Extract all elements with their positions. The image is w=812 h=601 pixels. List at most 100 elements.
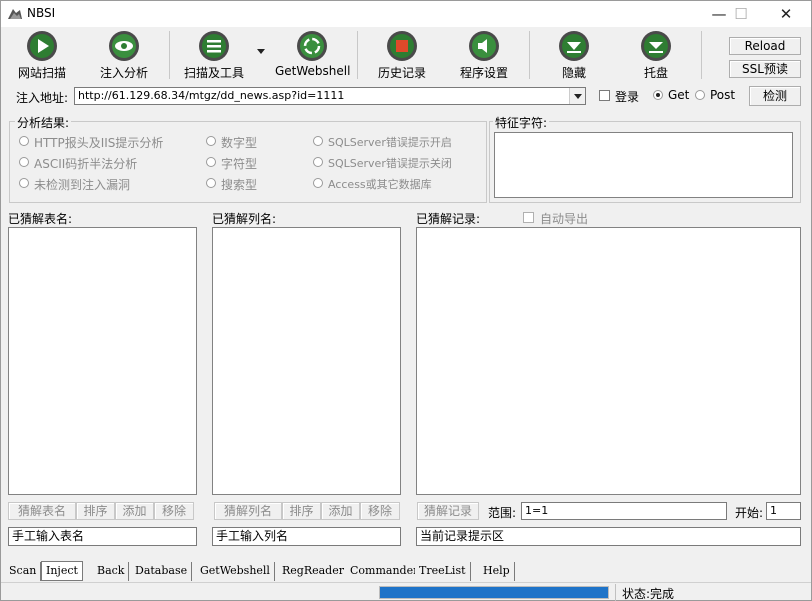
feature-chars-title: 特征字符:: [493, 114, 550, 131]
analysis-none-label: 未检测到注入漏洞: [34, 178, 131, 192]
type-number-label: 数字型: [221, 136, 258, 150]
close-button[interactable]: ✕: [764, 3, 808, 25]
ssl-preread-button[interactable]: SSL预读: [729, 60, 801, 78]
post-radio[interactable]: [695, 90, 705, 100]
app-logo-icon: [8, 9, 22, 19]
history-label: 历史记录: [377, 66, 426, 80]
type-char-radio[interactable]: [206, 157, 216, 167]
db-access-label: Access或其它数据库: [328, 178, 432, 191]
columns-label: 已猜解列名:: [212, 212, 277, 226]
login-label: 登录: [615, 90, 640, 104]
toolbar-separator: [529, 31, 530, 79]
range-input[interactable]: 1=1: [521, 502, 727, 520]
guess-records-button[interactable]: 猜解记录: [417, 502, 479, 520]
inject-analysis-label: 注入分析: [99, 66, 148, 80]
tab-regreader[interactable]: RegReader: [278, 562, 349, 581]
dropdown-arrow-icon[interactable]: [257, 49, 265, 54]
toolbar-separator: [357, 31, 358, 79]
columns-listbox[interactable]: [212, 227, 401, 495]
toolbar-separator: [701, 31, 702, 79]
post-label: Post: [710, 88, 736, 102]
analysis-http-label: HTTP报头及IIS提示分析: [34, 136, 164, 150]
type-number-radio[interactable]: [206, 136, 216, 146]
getwebshell-label: GetWebshell: [275, 64, 351, 78]
remove-column-button[interactable]: 移除: [360, 502, 400, 520]
progress-bar: [379, 586, 609, 599]
analysis-none-radio[interactable]: [19, 178, 29, 188]
start-label: 开始:: [735, 506, 764, 520]
add-column-button[interactable]: 添加: [321, 502, 360, 520]
auto-export-checkbox[interactable]: [523, 212, 534, 223]
tray-label: 托盘: [643, 66, 668, 80]
login-checkbox[interactable]: [599, 90, 610, 101]
hide-label: 隐藏: [561, 66, 586, 80]
settings-label: 程序设置: [459, 66, 508, 80]
scan-tools-button[interactable]: 扫描及工具: [177, 29, 251, 83]
scan-site-button[interactable]: 网站扫描: [5, 29, 79, 83]
db-access-radio[interactable]: [313, 178, 323, 188]
window-title: NBSI: [27, 6, 56, 20]
history-button[interactable]: 历史记录: [365, 29, 439, 83]
hide-button[interactable]: 隐藏: [537, 29, 611, 83]
scan-site-label: 网站扫描: [17, 66, 66, 80]
db-sqlserver-off-radio[interactable]: [313, 157, 323, 167]
tab-help[interactable]: Help: [479, 562, 515, 581]
get-label: Get: [668, 88, 690, 102]
tab-database[interactable]: Database: [131, 562, 193, 581]
settings-button[interactable]: 程序设置: [447, 29, 521, 83]
status-bar: 状态:完成: [1, 582, 811, 601]
stop-icon: [387, 31, 417, 61]
tables-label: 已猜解表名:: [8, 212, 73, 226]
app-window: NBSI — ☐ ✕ 网站扫描 注入分析 扫描及工具 GetWebshell 历…: [0, 0, 812, 601]
analysis-ascii-label: ASCII码折半法分析: [34, 157, 138, 171]
get-radio[interactable]: [653, 90, 663, 100]
sort-tables-button[interactable]: 排序: [76, 502, 115, 520]
list-icon: [199, 31, 229, 61]
add-table-button[interactable]: 添加: [115, 502, 154, 520]
start-input[interactable]: 1: [766, 502, 801, 520]
tables-listbox[interactable]: [8, 227, 197, 495]
records-label: 已猜解记录:: [416, 212, 481, 226]
tab-commander[interactable]: Commander: [346, 562, 424, 581]
progress-fill: [380, 587, 608, 598]
tab-scan[interactable]: Scan: [5, 562, 42, 581]
address-dropdown-button[interactable]: [569, 88, 585, 104]
analysis-ascii-radio[interactable]: [19, 157, 29, 167]
sort-columns-button[interactable]: 排序: [282, 502, 321, 520]
play-icon: [27, 31, 57, 61]
tab-treelist[interactable]: TreeList: [415, 562, 471, 581]
guess-tables-button[interactable]: 猜解表名: [8, 502, 76, 520]
tab-inject[interactable]: Inject: [41, 561, 83, 581]
getwebshell-button[interactable]: GetWebshell: [275, 29, 351, 83]
inject-analysis-button[interactable]: 注入分析: [87, 29, 161, 83]
chevron-down-icon: [574, 94, 582, 99]
maximize-button[interactable]: ☐: [719, 3, 763, 25]
detect-button[interactable]: 检测: [749, 86, 801, 106]
speaker-icon: [469, 31, 499, 61]
tab-back[interactable]: Back: [93, 562, 130, 581]
recycle-icon: [297, 31, 327, 61]
feature-chars-textarea[interactable]: [494, 132, 793, 198]
tray-button[interactable]: 托盘: [619, 29, 693, 83]
reload-button[interactable]: Reload: [729, 37, 801, 55]
guess-columns-button[interactable]: 猜解列名: [214, 502, 282, 520]
status-text: 状态:完成: [622, 587, 675, 601]
tab-getwebshell[interactable]: GetWebshell: [196, 562, 275, 581]
auto-export-label: 自动导出: [540, 212, 589, 226]
analysis-http-radio[interactable]: [19, 136, 29, 146]
record-hint-field: 当前记录提示区: [416, 527, 801, 546]
title-bar: NBSI — ☐ ✕: [1, 1, 811, 27]
minimize-icon: [559, 31, 589, 61]
toolbar-separator: [169, 31, 170, 79]
tray-down-icon: [641, 31, 671, 61]
manual-table-input[interactable]: 手工输入表名: [8, 527, 197, 546]
inject-address-input[interactable]: http://61.129.68.34/mtgz/dd_news.asp?id=…: [74, 87, 586, 105]
manual-column-input[interactable]: 手工输入列名: [212, 527, 401, 546]
db-sqlserver-off-label: SQLServer错误提示关闭: [328, 157, 452, 170]
records-listbox[interactable]: [416, 227, 801, 495]
range-label: 范围:: [488, 506, 517, 520]
eye-icon: [109, 31, 139, 61]
db-sqlserver-on-radio[interactable]: [313, 136, 323, 146]
remove-table-button[interactable]: 移除: [154, 502, 194, 520]
type-search-radio[interactable]: [206, 178, 216, 188]
